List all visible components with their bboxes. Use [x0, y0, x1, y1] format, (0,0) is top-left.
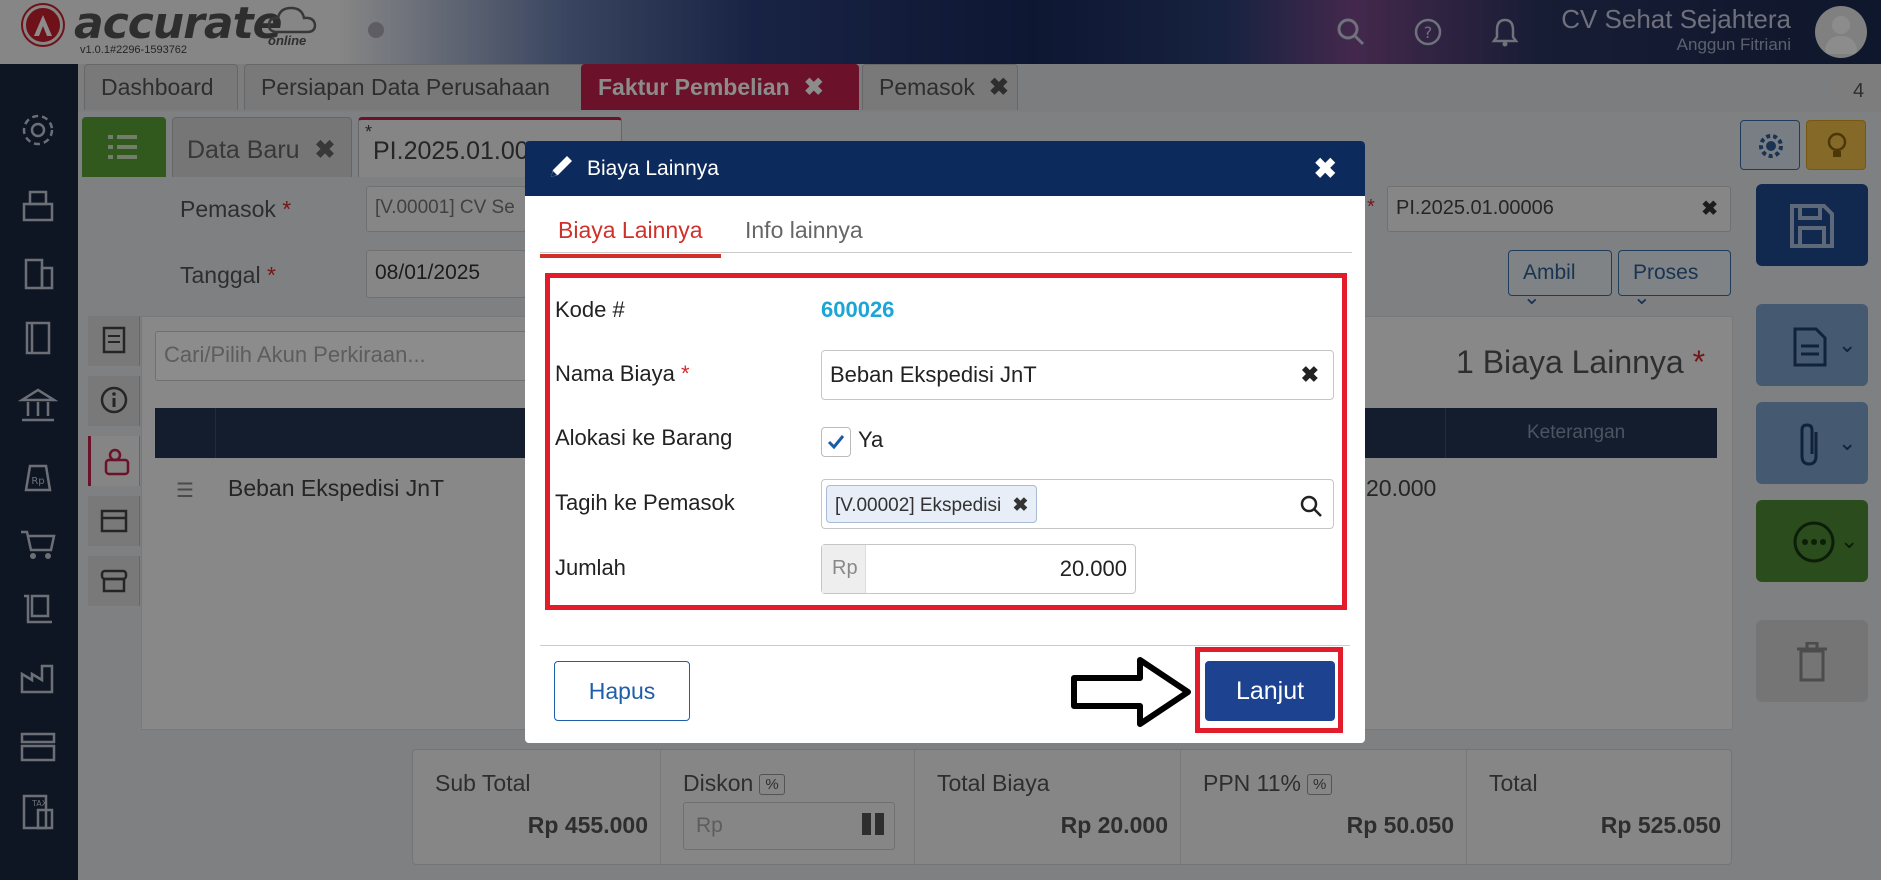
jumlah-input[interactable]: Rp 20.000 [821, 544, 1136, 594]
close-icon[interactable]: ✖ [1314, 152, 1337, 185]
dialog-title: Biaya Lainnya [587, 156, 719, 180]
dialog-header: Biaya Lainnya ✖ [525, 141, 1365, 196]
alokasi-check-label: Ya [858, 427, 884, 452]
tab-info-lainnya[interactable]: Info lainnya [727, 207, 881, 254]
check-icon [827, 435, 845, 450]
tagih-label: Tagih ke Pemasok [555, 490, 735, 515]
tag-remove-icon[interactable]: ✖ [1012, 495, 1028, 516]
alokasi-label: Alokasi ke Barang [555, 425, 733, 450]
tab-biaya-lainnya[interactable]: Biaya Lainnya [540, 207, 721, 258]
arrow-right-icon [1071, 657, 1191, 727]
nama-biaya-input[interactable]: Beban Ekspedisi JnT ✖ [821, 350, 1334, 400]
divider [540, 645, 1350, 646]
hapus-button[interactable]: Hapus [554, 661, 690, 721]
jumlah-value: 20.000 [1059, 556, 1127, 581]
kode-value[interactable]: 600026 [821, 297, 894, 323]
tagih-pemasok-input[interactable]: [V.00002] Ekspedisi ✖ [821, 479, 1334, 529]
currency-prefix: Rp [822, 545, 866, 593]
alokasi-checkbox[interactable] [821, 427, 851, 457]
supplier-tag: [V.00002] Ekspedisi ✖ [826, 485, 1038, 523]
search-icon[interactable] [1299, 494, 1323, 518]
pencil-icon [551, 156, 572, 177]
nama-biaya-label: Nama Biaya * [555, 361, 690, 386]
dialog-tabs: Biaya Lainnya Info lainnya [540, 207, 1352, 258]
lanjut-button[interactable]: Lanjut [1205, 661, 1335, 721]
kode-label: Kode # [555, 297, 625, 322]
clear-icon[interactable]: ✖ [1301, 362, 1319, 388]
jumlah-label: Jumlah [555, 555, 626, 580]
